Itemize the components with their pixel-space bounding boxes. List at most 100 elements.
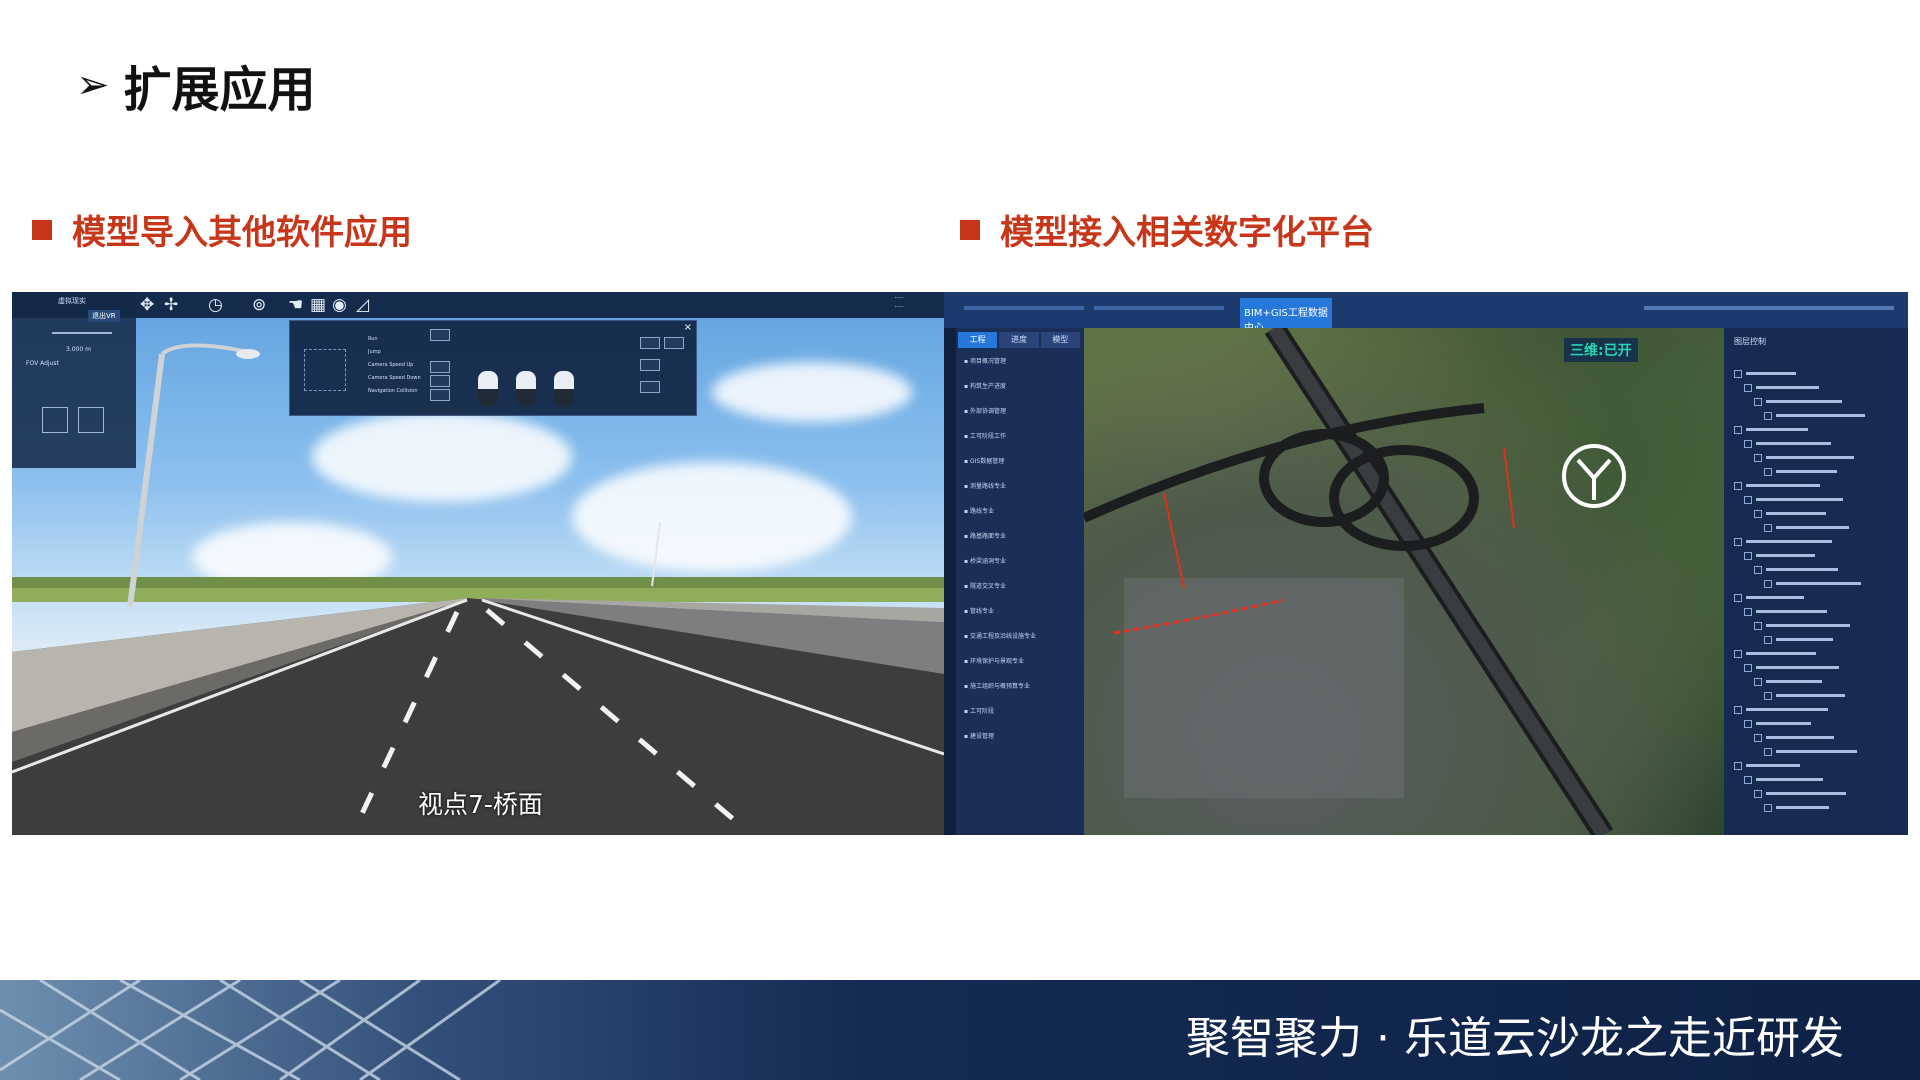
- tab-progress[interactable]: 进度: [999, 332, 1039, 348]
- gis-top-bar: BIM+GIS工程数据中心: [944, 292, 1908, 334]
- layer-checkbox[interactable]: [1764, 804, 1772, 812]
- layer-checkbox[interactable]: [1734, 706, 1742, 714]
- layer-checkbox[interactable]: [1734, 762, 1742, 770]
- sidebar-menu-item[interactable]: ▪ GIS数据管理: [964, 456, 1076, 470]
- layer-checkbox[interactable]: [1734, 426, 1742, 434]
- layer-checkbox[interactable]: [1754, 398, 1762, 406]
- gis-3d-map[interactable]: 三维:已开: [1081, 321, 1724, 835]
- layer-checkbox[interactable]: [1764, 692, 1772, 700]
- layer-label: [1776, 694, 1845, 697]
- navigate-icon[interactable]: ✢: [164, 295, 178, 315]
- sidebar-menu-item[interactable]: ▪ 隧道交叉专业: [964, 581, 1076, 595]
- layer-checkbox[interactable]: [1764, 412, 1772, 420]
- layer-checkbox[interactable]: [1734, 650, 1742, 658]
- vr-headset-icon[interactable]: ⊚: [252, 295, 266, 315]
- gis-user-menu[interactable]: [1644, 306, 1894, 310]
- layer-checkbox[interactable]: [1744, 776, 1752, 784]
- layer-label: [1746, 484, 1820, 487]
- sidebar-menu-item[interactable]: ▪ 路线专业: [964, 506, 1076, 520]
- measure-icon[interactable]: ◿: [356, 295, 369, 315]
- layer-checkbox[interactable]: [1734, 538, 1742, 546]
- exit-vr-button[interactable]: 退出VR: [88, 310, 120, 322]
- layer-checkbox[interactable]: [1734, 370, 1742, 378]
- sidebar-menu-item[interactable]: ▪ 工可阶段工作: [964, 431, 1076, 445]
- sidebar-menu-item[interactable]: ▪ 桥梁涵洞专业: [964, 556, 1076, 570]
- layer-checkbox[interactable]: [1754, 790, 1762, 798]
- map-icon[interactable]: ▦: [310, 295, 326, 315]
- layer-checkbox[interactable]: [1754, 678, 1762, 686]
- layer-checkbox[interactable]: [1744, 720, 1752, 728]
- layer-checkbox[interactable]: [1754, 622, 1762, 630]
- layer-label: [1756, 442, 1831, 445]
- layer-checkbox[interactable]: [1754, 510, 1762, 518]
- sidebar-menu-item[interactable]: ▪ 管线专业: [964, 606, 1076, 620]
- layer-label: [1756, 778, 1823, 781]
- layer-checkbox[interactable]: [1764, 524, 1772, 532]
- layer-checkbox[interactable]: [1744, 552, 1752, 560]
- layer-checkbox[interactable]: [1744, 664, 1752, 672]
- layer-checkbox[interactable]: [1734, 482, 1742, 490]
- menu-item-label: 交通工程及沿线设施专业: [969, 633, 1036, 640]
- sidebar-menu-item[interactable]: ▪ 外部协调管理: [964, 406, 1076, 420]
- sidebar-tabs: 工程 进度 模型: [958, 332, 1080, 348]
- sidebar-menu-item[interactable]: ▪ 构筑生产进度: [964, 381, 1076, 395]
- sidebar-menu-item[interactable]: ▪ 路基路面专业: [964, 531, 1076, 545]
- menu-item-label: 建设管理: [969, 733, 994, 740]
- gis-platform-screenshot: BIM+GIS工程数据中心 工程 进度 模型 ▪ 项目概况管理 ▪ 构筑生产进度 ▪…: [944, 292, 1908, 835]
- square-bullet-icon: [32, 219, 52, 240]
- close-icon[interactable]: ×: [684, 322, 692, 333]
- tab-model[interactable]: 模型: [1040, 332, 1080, 348]
- layer-checkbox[interactable]: [1744, 496, 1752, 504]
- hand-icon[interactable]: ☚: [288, 295, 303, 315]
- layer-label: [1776, 582, 1861, 585]
- key-ctrl: [430, 389, 450, 401]
- layer-checkbox[interactable]: [1754, 454, 1762, 462]
- layer-label: [1766, 792, 1846, 795]
- layer-checkbox[interactable]: [1744, 440, 1752, 448]
- layer-checkbox[interactable]: [1744, 608, 1752, 616]
- menu-item-label: 测量路线专业: [969, 483, 1006, 490]
- layer-label: [1766, 568, 1838, 571]
- square-bullet-icon: [960, 219, 980, 240]
- layer-label: [1766, 512, 1826, 515]
- layer-checkbox[interactable]: [1744, 384, 1752, 392]
- layer-label: [1756, 498, 1843, 501]
- mode-thumb-1[interactable]: [42, 407, 68, 433]
- move-icon[interactable]: ✥: [140, 295, 154, 315]
- sidebar-menu-item[interactable]: ▪ 项目概况管理: [964, 356, 1076, 370]
- help-labels-left: Run Jump Camera Speed Up Camera Speed Do…: [368, 336, 421, 394]
- mode-thumb-2[interactable]: [78, 407, 104, 433]
- layer-checkbox[interactable]: [1764, 580, 1772, 588]
- layer-checkbox[interactable]: [1754, 734, 1762, 742]
- layer-checkbox[interactable]: [1754, 566, 1762, 574]
- arrow-bullet-icon: ➢: [76, 62, 110, 108]
- mouse-middle-icon: [516, 371, 536, 407]
- menu-item-label: 隧道交叉专业: [969, 583, 1006, 590]
- clock-icon[interactable]: ◷: [208, 295, 223, 315]
- section-heading-right-text: 模型接入相关数字化平台: [1000, 213, 1374, 253]
- layer-checkbox[interactable]: [1764, 636, 1772, 644]
- layer-label: [1776, 414, 1865, 417]
- layer-checkbox[interactable]: [1734, 594, 1742, 602]
- sidebar-menu-item[interactable]: ▪ 建设管理: [964, 731, 1076, 745]
- layer-label: [1756, 386, 1819, 389]
- layer-label: [1746, 540, 1832, 543]
- sidebar-menu-item[interactable]: ▪ 交通工程及沿线设施专业: [964, 631, 1076, 645]
- sidebar-menu-item[interactable]: ▪ 测量路线专业: [964, 481, 1076, 495]
- layer-label: [1776, 470, 1837, 473]
- sidebar-menu-item[interactable]: ▪ 工可阶段: [964, 706, 1076, 720]
- fov-slider[interactable]: [52, 332, 112, 334]
- tab-bim-gis-center[interactable]: BIM+GIS工程数据中心: [1240, 298, 1332, 334]
- tab-project[interactable]: 工程: [958, 332, 998, 348]
- layer-checkbox[interactable]: [1764, 748, 1772, 756]
- footer-banner: 聚智聚力 · 乐道云沙龙之走近研发: [0, 980, 1920, 1080]
- sidebar-menu-item[interactable]: ▪ 环境保护与景观专业: [964, 656, 1076, 670]
- eye-icon[interactable]: ◉: [332, 295, 347, 315]
- key-ctrl: [640, 381, 660, 393]
- layer-label: [1746, 596, 1804, 599]
- sidebar-menu-item[interactable]: ▪ 施工组织与概预算专业: [964, 681, 1076, 695]
- layer-checkbox[interactable]: [1764, 468, 1772, 476]
- layer-label: [1766, 400, 1842, 403]
- fov-adjust-checkbox[interactable]: FOV Adjust: [26, 360, 59, 367]
- 3d-status-badge[interactable]: 三维:已开: [1564, 338, 1638, 362]
